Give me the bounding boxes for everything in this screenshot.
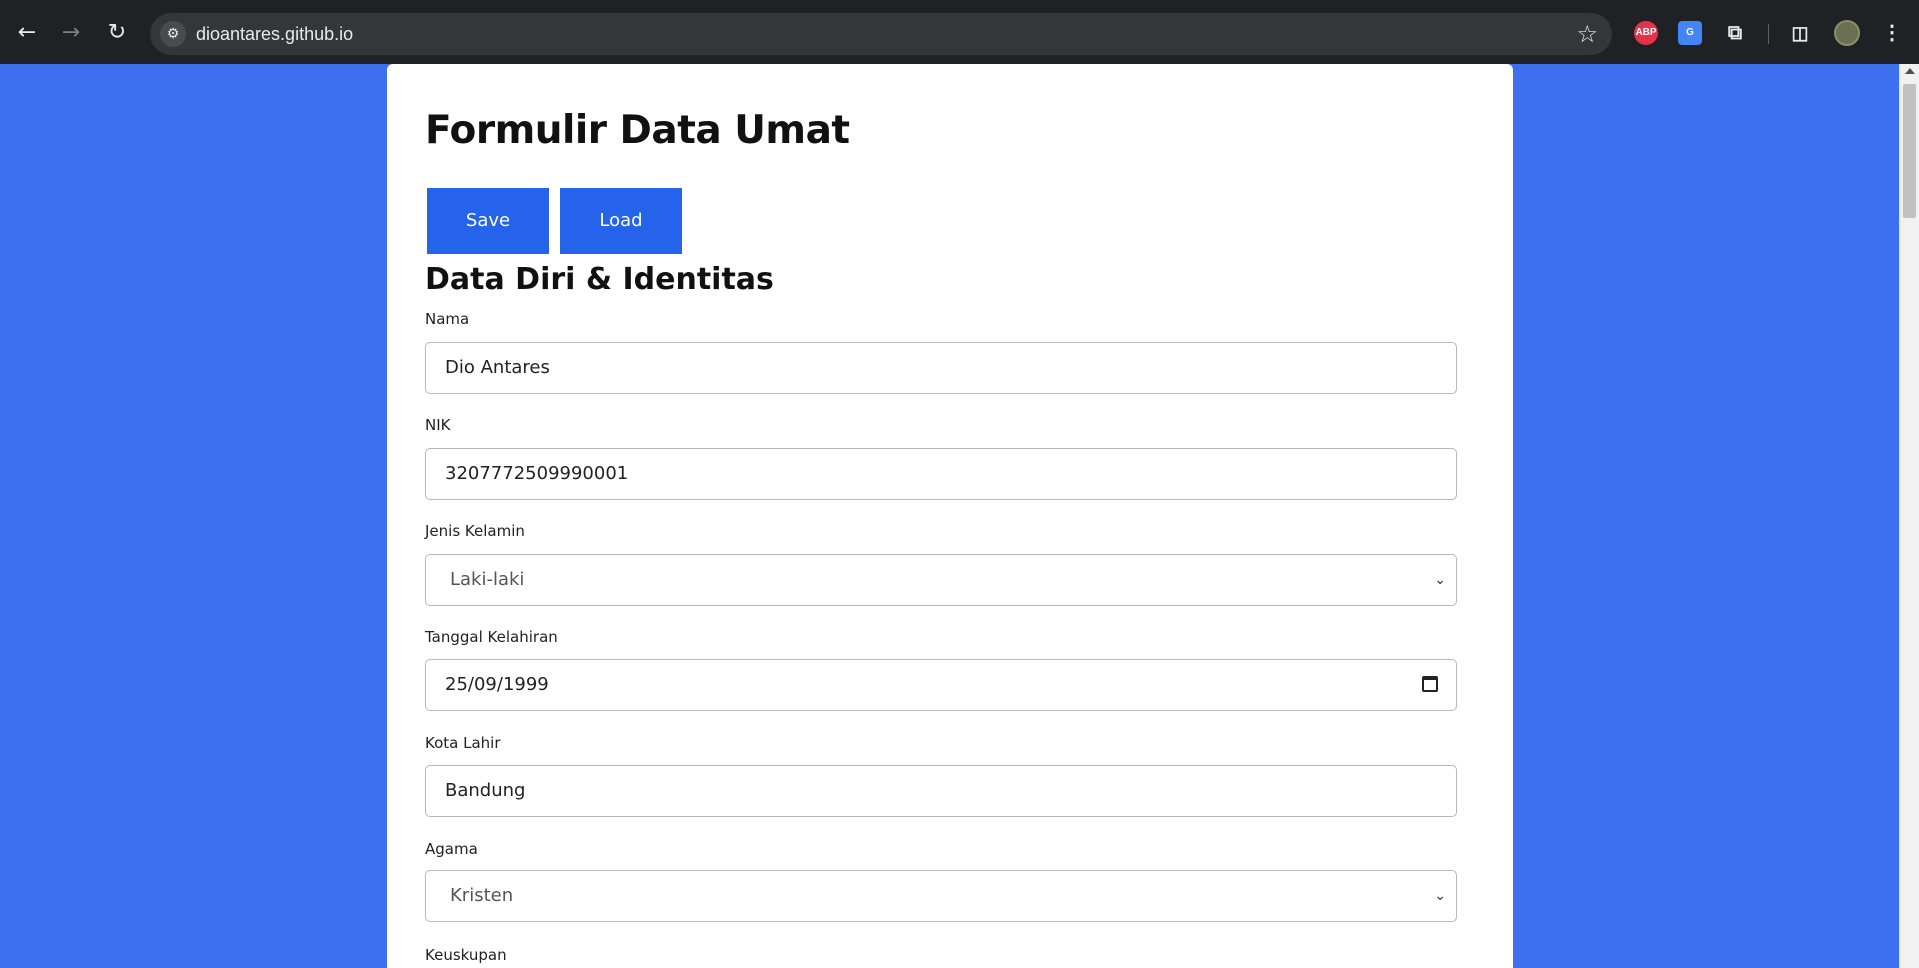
nik-input[interactable]: 3207772509990001 bbox=[425, 448, 1457, 500]
back-icon[interactable]: ← bbox=[12, 18, 42, 48]
side-panel-icon[interactable]: ◫ bbox=[1788, 21, 1812, 45]
browser-toolbar: ← → ↻ ⚙ dioantares.github.io ☆ ABP G ⧉ ◫… bbox=[0, 0, 1919, 64]
kota-lahir-label: Kota Lahir bbox=[425, 734, 501, 752]
bookmark-star-icon[interactable]: ☆ bbox=[1576, 19, 1598, 49]
nik-label: NIK bbox=[425, 416, 451, 434]
scrollbar-thumb[interactable] bbox=[1903, 84, 1916, 218]
jenis-kelamin-value: Laki-laki bbox=[450, 569, 525, 590]
address-bar[interactable]: ⚙ dioantares.github.io ☆ bbox=[150, 13, 1612, 55]
agama-label: Agama bbox=[425, 840, 478, 858]
kebab-menu-icon[interactable]: ⋮ bbox=[1880, 21, 1904, 45]
toolbar-divider bbox=[1768, 24, 1769, 44]
agama-select[interactable]: Kristen ⌄ bbox=[425, 870, 1457, 922]
save-button[interactable]: Save bbox=[427, 188, 549, 254]
nik-value: 3207772509990001 bbox=[445, 463, 629, 484]
site-info-icon[interactable]: ⚙ bbox=[160, 21, 186, 47]
forward-icon[interactable]: → bbox=[56, 18, 86, 48]
load-button[interactable]: Load bbox=[560, 188, 682, 254]
form-card: Formulir Data Umat Save Load Data Diri &… bbox=[387, 64, 1513, 968]
chevron-down-icon: ⌄ bbox=[1434, 572, 1446, 588]
section-title: Data Diri & Identitas bbox=[425, 262, 774, 297]
jenis-kelamin-select[interactable]: Laki-laki ⌄ bbox=[425, 554, 1457, 606]
reload-icon[interactable]: ↻ bbox=[102, 18, 132, 48]
adblock-plus-icon[interactable]: ABP bbox=[1634, 21, 1658, 45]
nama-label: Nama bbox=[425, 310, 470, 328]
nama-value: Dio Antares bbox=[445, 357, 550, 378]
keuskupan-label: Keuskupan bbox=[425, 946, 507, 964]
google-translate-icon[interactable]: G bbox=[1678, 21, 1702, 45]
nama-input[interactable]: Dio Antares bbox=[425, 342, 1457, 394]
tanggal-kelahiran-input[interactable]: 25/09/1999 bbox=[425, 659, 1457, 711]
profile-avatar[interactable] bbox=[1834, 20, 1860, 46]
tanggal-kelahiran-label: Tanggal Kelahiran bbox=[425, 628, 558, 646]
scroll-up-arrow-icon[interactable] bbox=[1905, 68, 1915, 74]
agama-value: Kristen bbox=[450, 885, 514, 906]
jenis-kelamin-label: Jenis Kelamin bbox=[425, 522, 525, 540]
chevron-down-icon: ⌄ bbox=[1434, 888, 1446, 904]
page-title: Formulir Data Umat bbox=[425, 108, 850, 153]
calendar-icon[interactable] bbox=[1422, 676, 1438, 692]
kota-lahir-value: Bandung bbox=[445, 780, 526, 801]
extensions-puzzle-icon[interactable]: ⧉ bbox=[1723, 21, 1747, 45]
tanggal-kelahiran-value: 25/09/1999 bbox=[445, 674, 549, 695]
url-text[interactable]: dioantares.github.io bbox=[196, 13, 353, 55]
page-scrollbar[interactable] bbox=[1899, 64, 1919, 968]
kota-lahir-input[interactable]: Bandung bbox=[425, 765, 1457, 817]
